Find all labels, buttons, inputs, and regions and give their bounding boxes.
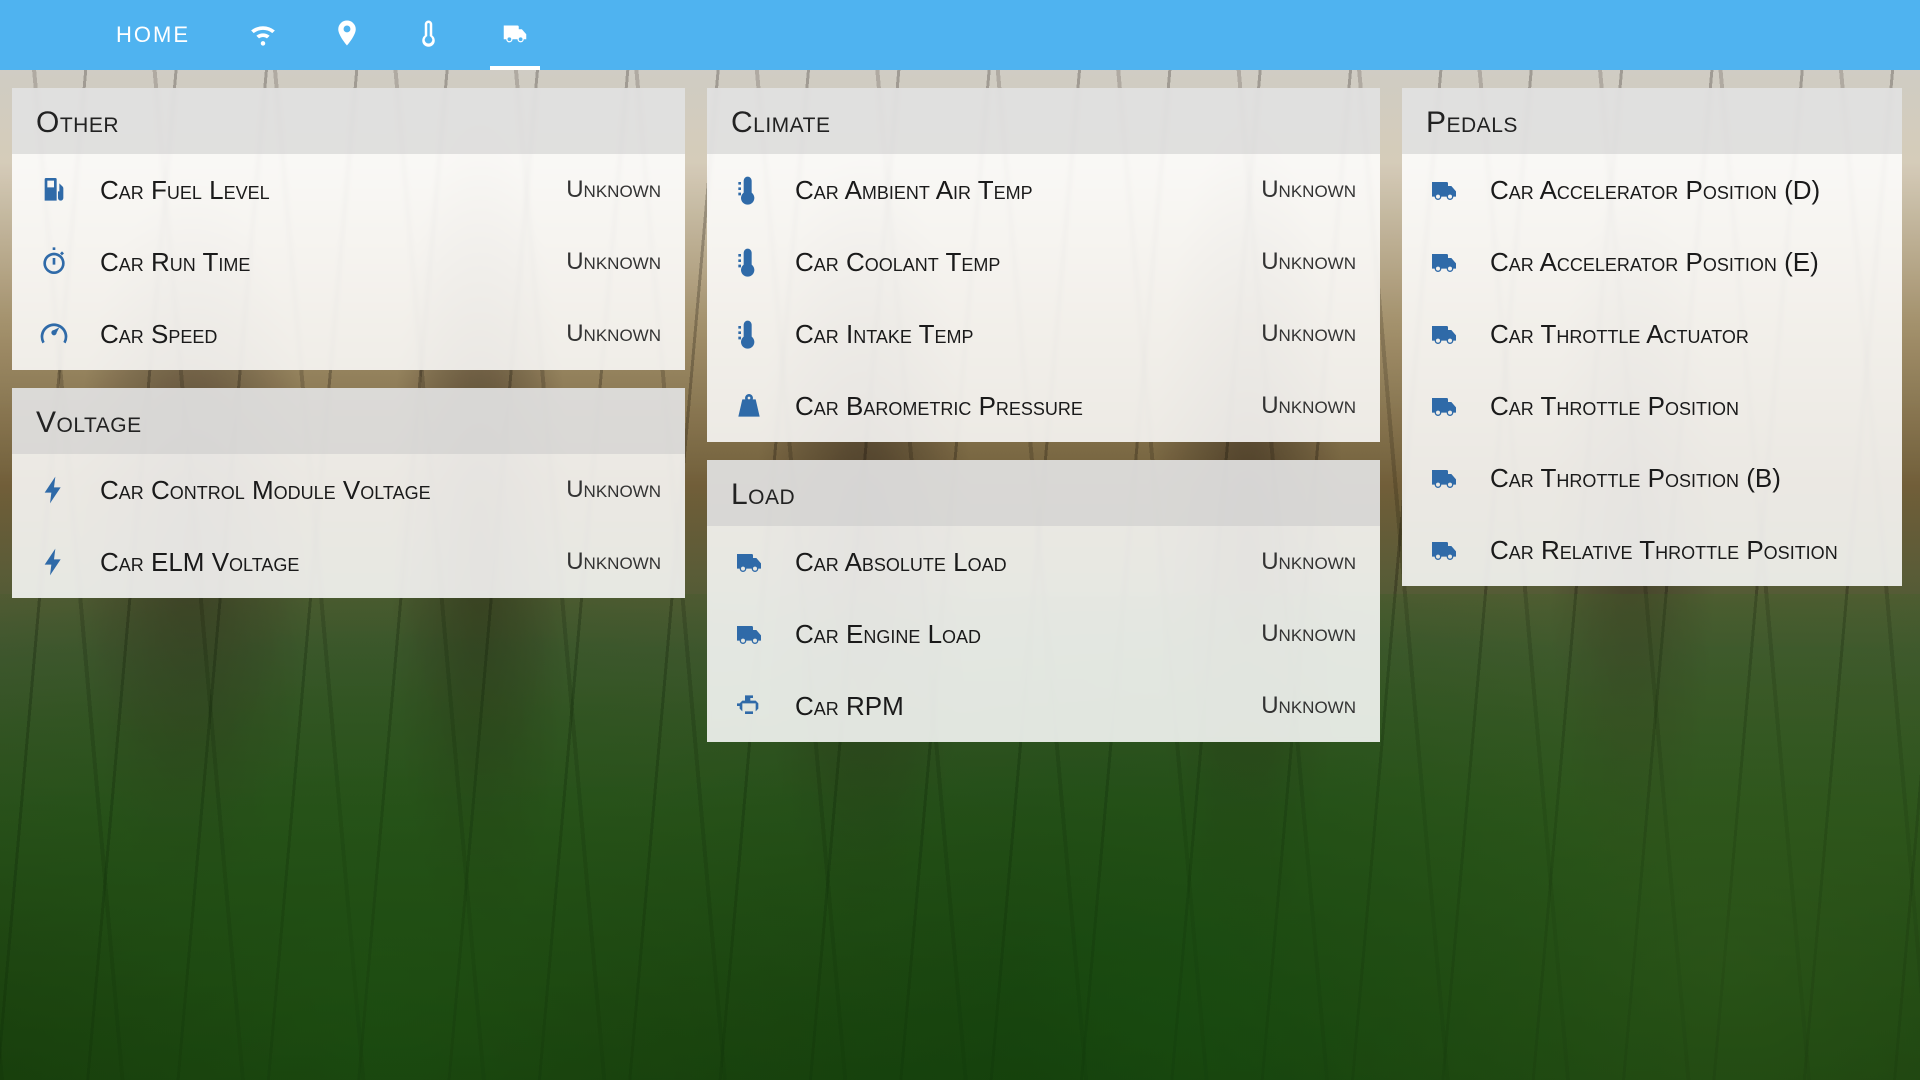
row-value: Unknown (1261, 692, 1356, 720)
row-control-voltage[interactable]: Car Control Module Voltage Unknown (12, 454, 685, 526)
row-value: Unknown (566, 476, 661, 504)
row-label: Car Fuel Level (100, 175, 538, 206)
tab-home-label: HOME (116, 22, 190, 47)
row-label: Car Relative Throttle Position (1490, 535, 1850, 566)
row-label: Car Throttle Actuator (1490, 319, 1850, 350)
row-intake-temp[interactable]: Car Intake Temp Unknown (707, 298, 1380, 370)
van-icon (1426, 244, 1462, 280)
tab-wifi[interactable] (246, 18, 280, 52)
van-icon (1426, 316, 1462, 352)
tab-home[interactable]: HOME (110, 0, 196, 70)
row-label: Car Absolute Load (795, 547, 1233, 578)
column-2: Pedals Car Accelerator Position (D) Car … (1402, 88, 1902, 586)
row-accel-e[interactable]: Car Accelerator Position (E) (1402, 226, 1902, 298)
row-value: Unknown (566, 548, 661, 576)
row-label: Car Coolant Temp (795, 247, 1233, 278)
card-title: Climate (707, 88, 1380, 154)
van-icon (1426, 532, 1462, 568)
van-icon (500, 18, 530, 53)
row-elm-voltage[interactable]: Car ELM Voltage Unknown (12, 526, 685, 598)
bolt-icon (36, 472, 72, 508)
row-value: Unknown (1261, 176, 1356, 204)
row-engine-load[interactable]: Car Engine Load Unknown (707, 598, 1380, 670)
card-other: Other Car Fuel Level Unknown Car Run Tim… (12, 88, 685, 370)
row-value: Unknown (1261, 620, 1356, 648)
row-value: Unknown (1261, 548, 1356, 576)
column-1: Climate Car Ambient Air Temp Unknown Car… (707, 88, 1380, 742)
card-title: Other (12, 88, 685, 154)
van-icon (1426, 172, 1462, 208)
row-rel-throttle[interactable]: Car Relative Throttle Position (1402, 514, 1902, 586)
tab-vehicle[interactable] (498, 18, 532, 52)
thermometer-icon (416, 18, 446, 53)
van-icon (731, 544, 767, 580)
row-baro-pressure[interactable]: Car Barometric Pressure Unknown (707, 370, 1380, 442)
row-throttle-pos[interactable]: Car Throttle Position (1402, 370, 1902, 442)
card-voltage: Voltage Car Control Module Voltage Unkno… (12, 388, 685, 598)
row-label: Car Accelerator Position (D) (1490, 175, 1850, 206)
row-rpm[interactable]: Car RPM Unknown (707, 670, 1380, 742)
card-title: Load (707, 460, 1380, 526)
row-label: Car RPM (795, 691, 1233, 722)
row-ambient-temp[interactable]: Car Ambient Air Temp Unknown (707, 154, 1380, 226)
weight-icon (731, 388, 767, 424)
row-throttle-actuator[interactable]: Car Throttle Actuator (1402, 298, 1902, 370)
row-label: Car Intake Temp (795, 319, 1233, 350)
tab-location[interactable] (330, 18, 364, 52)
row-label: Car Throttle Position (B) (1490, 463, 1850, 494)
row-absolute-load[interactable]: Car Absolute Load Unknown (707, 526, 1380, 598)
gauge-icon (36, 316, 72, 352)
card-title: Voltage (12, 388, 685, 454)
tab-thermometer[interactable] (414, 18, 448, 52)
bolt-icon (36, 544, 72, 580)
row-label: Car Run Time (100, 247, 538, 278)
row-value: Unknown (1261, 248, 1356, 276)
dashboard-columns: Other Car Fuel Level Unknown Car Run Tim… (0, 70, 1920, 742)
temp-icon (731, 316, 767, 352)
van-icon (731, 616, 767, 652)
row-label: Car Barometric Pressure (795, 391, 1233, 422)
top-tab-bar: HOME (0, 0, 1920, 70)
row-value: Unknown (566, 320, 661, 348)
card-climate: Climate Car Ambient Air Temp Unknown Car… (707, 88, 1380, 442)
temp-icon (731, 244, 767, 280)
card-load: Load Car Absolute Load Unknown Car Engin… (707, 460, 1380, 742)
row-value: Unknown (1261, 392, 1356, 420)
row-label: Car Engine Load (795, 619, 1233, 650)
row-label: Car Throttle Position (1490, 391, 1850, 422)
engine-icon (731, 688, 767, 724)
row-label: Car ELM Voltage (100, 547, 538, 578)
row-label: Car Ambient Air Temp (795, 175, 1233, 206)
location-icon (332, 18, 362, 53)
fuel-icon (36, 172, 72, 208)
row-coolant-temp[interactable]: Car Coolant Temp Unknown (707, 226, 1380, 298)
row-value: Unknown (566, 248, 661, 276)
row-label: Car Control Module Voltage (100, 475, 538, 506)
row-accel-d[interactable]: Car Accelerator Position (D) (1402, 154, 1902, 226)
card-title: Pedals (1402, 88, 1902, 154)
van-icon (1426, 460, 1462, 496)
row-speed[interactable]: Car Speed Unknown (12, 298, 685, 370)
row-run-time[interactable]: Car Run Time Unknown (12, 226, 685, 298)
van-icon (1426, 388, 1462, 424)
column-0: Other Car Fuel Level Unknown Car Run Tim… (12, 88, 685, 598)
stopwatch-icon (36, 244, 72, 280)
row-throttle-pos-b[interactable]: Car Throttle Position (B) (1402, 442, 1902, 514)
row-label: Car Speed (100, 319, 538, 350)
card-pedals: Pedals Car Accelerator Position (D) Car … (1402, 88, 1902, 586)
row-value: Unknown (1261, 320, 1356, 348)
row-fuel-level[interactable]: Car Fuel Level Unknown (12, 154, 685, 226)
row-value: Unknown (566, 176, 661, 204)
temp-icon (731, 172, 767, 208)
wifi-icon (248, 18, 278, 53)
row-label: Car Accelerator Position (E) (1490, 247, 1850, 278)
